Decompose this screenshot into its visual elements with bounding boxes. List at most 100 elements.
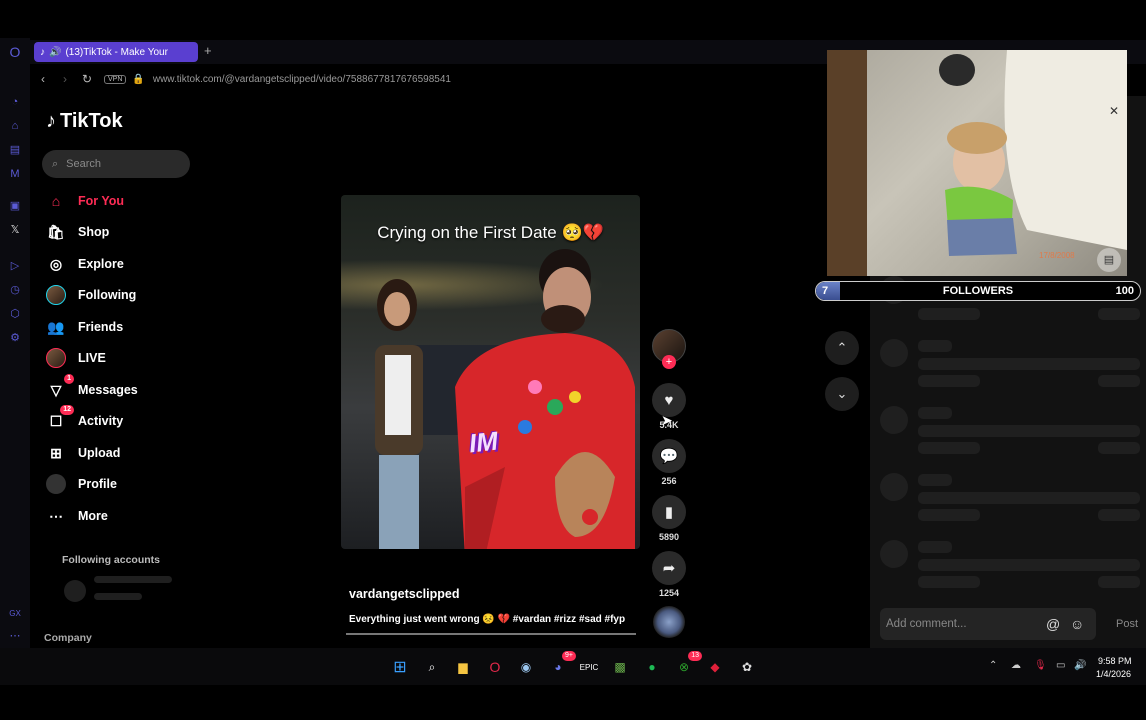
tray-chevron-icon[interactable]: ⌃ [989, 660, 997, 671]
steam-icon[interactable]: ◉ [516, 657, 536, 677]
pinboard-icon[interactable]: ▤ [7, 142, 23, 158]
volume-icon[interactable]: 🔊 [1074, 660, 1086, 671]
follow-plus-icon[interactable]: + [662, 355, 676, 369]
back-icon[interactable]: ‹ [34, 72, 52, 86]
video-username[interactable]: vardangetsclipped [349, 587, 459, 601]
reload-icon[interactable]: ↻ [78, 72, 96, 86]
previous-video-button[interactable]: ⌃ [825, 331, 859, 365]
chatgpt-icon[interactable]: ✿ [737, 657, 757, 677]
settings-icon[interactable]: ⚙ [7, 330, 23, 346]
company-link[interactable]: Company [44, 632, 92, 644]
skeleton-line [918, 559, 1140, 571]
person-guy [455, 249, 635, 549]
discord-badge: 9+ [562, 651, 576, 661]
skeleton-line [1098, 308, 1140, 320]
vpn-badge[interactable]: VPN [104, 74, 127, 84]
spotify-icon[interactable]: ● [642, 657, 662, 677]
windows-taskbar: ⊞ ⌕ ▆ O ◉ ◕ 9+ EPIC ▩ ● ⊗ 13 ◆ ✿ ⌃ ☁ 🎙 ▭ 🔊… [0, 648, 1146, 685]
opera-sidebar: O ◔ ⌂ ▤ M ▣ 𝕏 ▷ ◷ ⬡ ⚙ GX ⋯ [0, 38, 30, 648]
mention-icon[interactable]: @ [1046, 616, 1060, 632]
send-icon: ▽ 1 [46, 374, 74, 400]
emoji-icon[interactable]: ☺ [1070, 616, 1084, 632]
pip-video-frame [827, 50, 1127, 276]
pip-expand-icon[interactable]: ▤ [1097, 248, 1121, 272]
search-input[interactable]: ⌕ Search [42, 150, 190, 178]
share-action[interactable]: ➦ 1254 [652, 551, 686, 598]
nav-following[interactable]: Following [46, 284, 136, 306]
video-player[interactable]: IM Crying on the First Date 🥺💔 [341, 195, 640, 549]
messenger-icon[interactable]: M [7, 166, 23, 182]
network-icon[interactable]: ▭ [1056, 660, 1065, 671]
comment-action[interactable]: 💬 256 [652, 439, 686, 486]
discord-icon[interactable]: ◕ 9+ [548, 651, 576, 677]
nav-live[interactable]: LIVE [46, 347, 106, 369]
next-video-button[interactable]: ⌄ [825, 377, 859, 411]
skeleton-line [1098, 375, 1140, 387]
nav-more[interactable]: ⋯ More [46, 505, 108, 527]
nav-upload[interactable]: ⊞ Upload [46, 442, 120, 464]
tiktok-logo[interactable]: ♪ TikTok [46, 110, 123, 133]
nav-for-you[interactable]: ⌂ For You [46, 190, 124, 212]
comment-input[interactable]: Add comment... [880, 608, 1096, 640]
home-icon: ⌂ [51, 193, 61, 209]
activity-badge: 12 [60, 405, 74, 415]
nav-messages[interactable]: ▽ 1 Messages [46, 374, 138, 401]
new-tab-button[interactable]: + [204, 43, 212, 58]
skeleton-line [918, 576, 980, 588]
skeleton-line [94, 593, 142, 600]
opera-gx-icon[interactable]: O [485, 657, 505, 677]
skeleton-line [1098, 576, 1140, 588]
nav-explore[interactable]: ◎ Explore [46, 253, 124, 275]
workspaces-icon[interactable]: ⌂ [7, 118, 23, 134]
save-action[interactable]: ▮ 5890 [652, 495, 686, 542]
skeleton-line [1098, 509, 1140, 521]
forward-icon[interactable]: › [56, 72, 74, 86]
extensions-icon[interactable]: ⬡ [7, 306, 23, 322]
file-explorer-icon[interactable]: ▆ [453, 657, 473, 677]
video-caption: Crying on the First Date 🥺💔 [377, 223, 604, 242]
aria-icon[interactable]: ◔ [7, 94, 23, 110]
comment-icon[interactable]: 💬 [652, 439, 686, 473]
bookmark-icon[interactable]: ▮ [652, 495, 686, 529]
roblox-icon[interactable]: ◆ [705, 657, 725, 677]
skeleton-line [918, 308, 980, 320]
player-icon[interactable]: ▷ [7, 258, 23, 274]
skeleton-avatar [880, 540, 908, 568]
music-disc-icon[interactable] [653, 606, 685, 638]
nav-friends[interactable]: 👥 Friends [46, 316, 123, 338]
pip-close-icon[interactable]: ✕ [1109, 104, 1119, 118]
url-field[interactable]: www.tiktok.com/@vardangetsclipped/video/… [153, 74, 451, 85]
more-dots-icon[interactable]: ⋯ [7, 628, 23, 644]
nav-activity[interactable]: ☐ 12 Activity [46, 405, 123, 432]
lock-icon[interactable]: 🔒 [132, 74, 144, 85]
nav-shop[interactable]: 🛍 Shop [46, 221, 109, 243]
tab-tiktok[interactable]: ♪ 🔊 (13)TikTok - Make Your [34, 42, 198, 62]
history-icon[interactable]: ◷ [7, 282, 23, 298]
opera-logo-icon[interactable]: O [7, 44, 23, 60]
onedrive-icon[interactable]: ☁ [1011, 660, 1021, 671]
xbox-icon[interactable]: ⊗ 13 [674, 651, 702, 677]
clock-time[interactable]: 9:58 PM [1098, 656, 1132, 666]
more-icon: ⋯ [49, 507, 63, 524]
skeleton-line [1098, 442, 1140, 454]
search-icon[interactable]: ⌕ [422, 657, 442, 677]
skeleton-avatar [64, 580, 86, 602]
share-icon[interactable]: ➦ [652, 551, 686, 585]
x-icon[interactable]: 𝕏 [7, 222, 23, 238]
epic-games-icon[interactable]: EPIC [579, 657, 599, 677]
speaker-icon[interactable]: 🔊 [49, 47, 61, 58]
skeleton-line [918, 340, 952, 352]
clock-date[interactable]: 1/4/2026 [1096, 669, 1131, 679]
twitch-icon[interactable]: ▣ [7, 198, 23, 214]
minecraft-icon[interactable]: ▩ [610, 657, 630, 677]
picture-in-picture-window[interactable]: ✕ 17/8/2008 ▤ [827, 50, 1127, 276]
video-progress-bar[interactable] [346, 633, 636, 635]
gx-icon[interactable]: GX [7, 606, 23, 622]
skeleton-line [94, 576, 172, 583]
post-button[interactable]: Post [1116, 618, 1138, 630]
microphone-icon[interactable]: 🎙 [1034, 660, 1047, 671]
start-icon[interactable]: ⊞ [390, 657, 410, 677]
tab-title: (13)TikTok - Make Your [65, 46, 168, 58]
nav-profile[interactable]: Profile [46, 473, 117, 495]
skeleton-line [918, 541, 952, 553]
